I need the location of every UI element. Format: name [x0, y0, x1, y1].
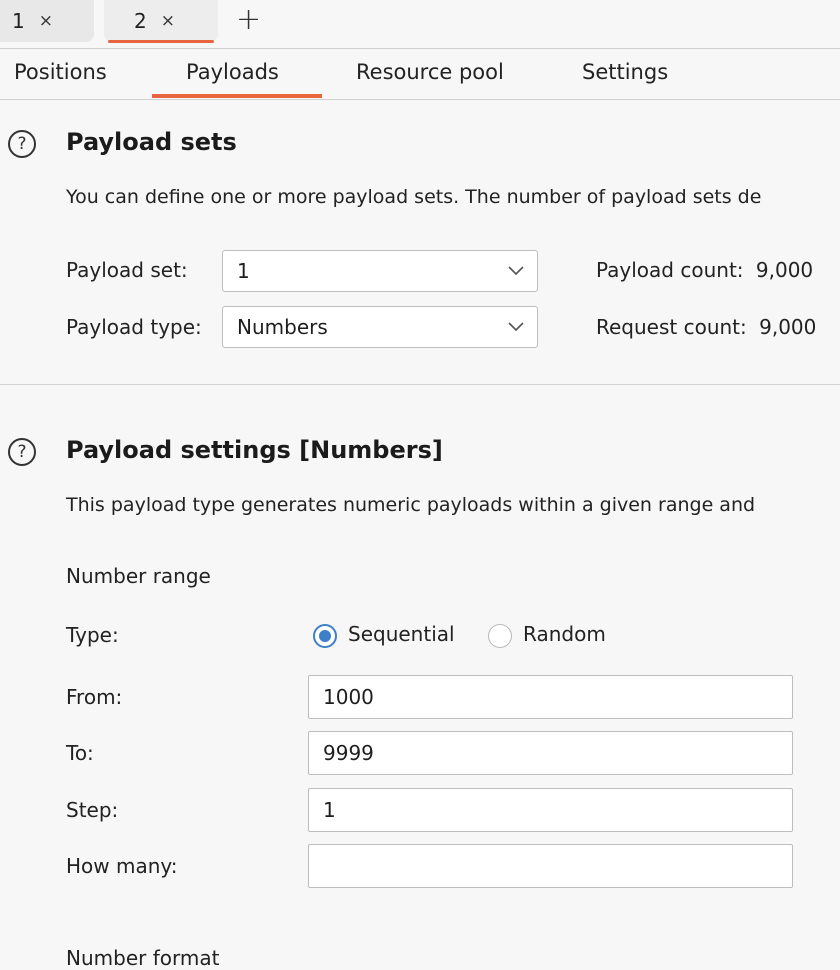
- active-tab-indicator: [108, 40, 214, 43]
- to-label: To:: [66, 741, 94, 765]
- request-count-value: 9,000: [759, 315, 817, 339]
- payload-type-value: Numbers: [237, 315, 328, 339]
- section-title-payload-sets: Payload sets: [66, 128, 237, 156]
- request-count: Request count: 9,000: [596, 315, 816, 339]
- tab-positions[interactable]: Positions: [14, 60, 107, 84]
- payload-count: Payload count: 9,000: [596, 258, 813, 282]
- from-label: From:: [66, 685, 123, 709]
- request-count-label: Request count:: [596, 315, 747, 339]
- request-tab-strip: 1 × 2 × +: [0, 0, 840, 48]
- active-subtab-indicator: [152, 94, 322, 98]
- divider: [0, 48, 840, 49]
- help-icon[interactable]: ?: [8, 438, 36, 466]
- request-tab-label: 2: [134, 9, 147, 33]
- payload-count-value: 9,000: [755, 258, 814, 282]
- payload-set-label: Payload set:: [66, 258, 188, 282]
- step-input[interactable]: [308, 788, 793, 832]
- tab-settings[interactable]: Settings: [582, 60, 668, 84]
- request-tab-2[interactable]: 2 ×: [104, 0, 218, 43]
- help-icon[interactable]: ?: [8, 130, 36, 158]
- radio-sequential-label[interactable]: Sequential: [348, 622, 455, 646]
- close-icon[interactable]: ×: [161, 11, 175, 31]
- close-icon[interactable]: ×: [39, 11, 53, 31]
- number-format-heading: Number format: [66, 946, 220, 970]
- section-description: This payload type generates numeric payl…: [66, 494, 756, 516]
- request-tab-1[interactable]: 1 ×: [0, 0, 94, 42]
- section-divider: [0, 384, 840, 385]
- chevron-down-icon: [508, 322, 524, 332]
- payload-type-select[interactable]: Numbers: [222, 306, 538, 348]
- how-many-input[interactable]: [308, 844, 793, 888]
- radio-random[interactable]: [488, 624, 512, 648]
- divider: [0, 99, 840, 100]
- radio-sequential[interactable]: [313, 624, 337, 648]
- payload-set-select[interactable]: 1: [222, 250, 538, 292]
- payload-count-label: Payload count:: [596, 258, 744, 282]
- radio-random-label[interactable]: Random: [523, 622, 606, 646]
- add-tab-icon[interactable]: +: [236, 2, 261, 37]
- payload-set-value: 1: [237, 259, 250, 283]
- type-label: Type:: [66, 623, 119, 647]
- section-description: You can define one or more payload sets.…: [66, 186, 762, 208]
- section-title-payload-settings: Payload settings [Numbers]: [66, 436, 443, 464]
- from-input[interactable]: [308, 675, 793, 719]
- tab-payloads[interactable]: Payloads: [186, 60, 279, 84]
- request-tab-label: 1: [12, 9, 25, 33]
- tab-resource-pool[interactable]: Resource pool: [356, 60, 504, 84]
- to-input[interactable]: [308, 731, 793, 775]
- chevron-down-icon: [508, 266, 524, 276]
- payload-type-label: Payload type:: [66, 315, 202, 339]
- number-range-heading: Number range: [66, 564, 211, 588]
- step-label: Step:: [66, 798, 119, 822]
- how-many-label: How many:: [66, 854, 178, 878]
